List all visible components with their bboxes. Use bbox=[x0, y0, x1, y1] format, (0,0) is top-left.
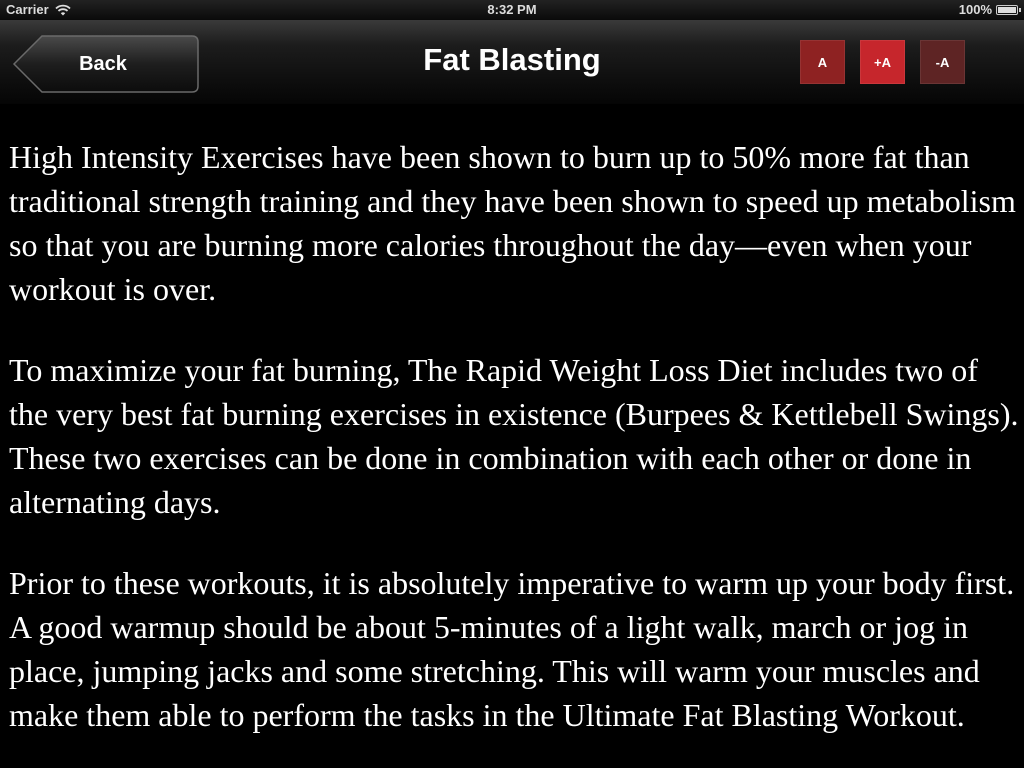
back-button[interactable]: Back bbox=[12, 34, 200, 94]
status-time: 8:32 PM bbox=[487, 2, 537, 17]
battery-fill bbox=[998, 6, 1016, 13]
article-paragraph: Prior to these workouts, it is absolutel… bbox=[9, 565, 1015, 733]
article-content: High Intensity Exercises have been shown… bbox=[9, 135, 1019, 768]
font-increase-button[interactable]: +A bbox=[860, 40, 905, 84]
article-paragraph: To maximize your fat burning, The Rapid … bbox=[9, 352, 1019, 520]
font-reset-button[interactable]: A bbox=[800, 40, 845, 84]
status-bar: Carrier 8:32 PM 100% bbox=[0, 0, 1024, 20]
battery-icon bbox=[996, 4, 1021, 15]
article-paragraph: High Intensity Exercises have been shown… bbox=[9, 139, 1016, 307]
battery-percent: 100% bbox=[958, 2, 992, 17]
battery-status: 100% bbox=[958, 2, 1021, 17]
navigation-bar: Back Fat Blasting A +A -A bbox=[0, 20, 1024, 104]
font-decrease-button[interactable]: -A bbox=[920, 40, 965, 84]
back-button-label: Back bbox=[79, 53, 127, 75]
page-title: Fat Blasting bbox=[423, 42, 601, 77]
